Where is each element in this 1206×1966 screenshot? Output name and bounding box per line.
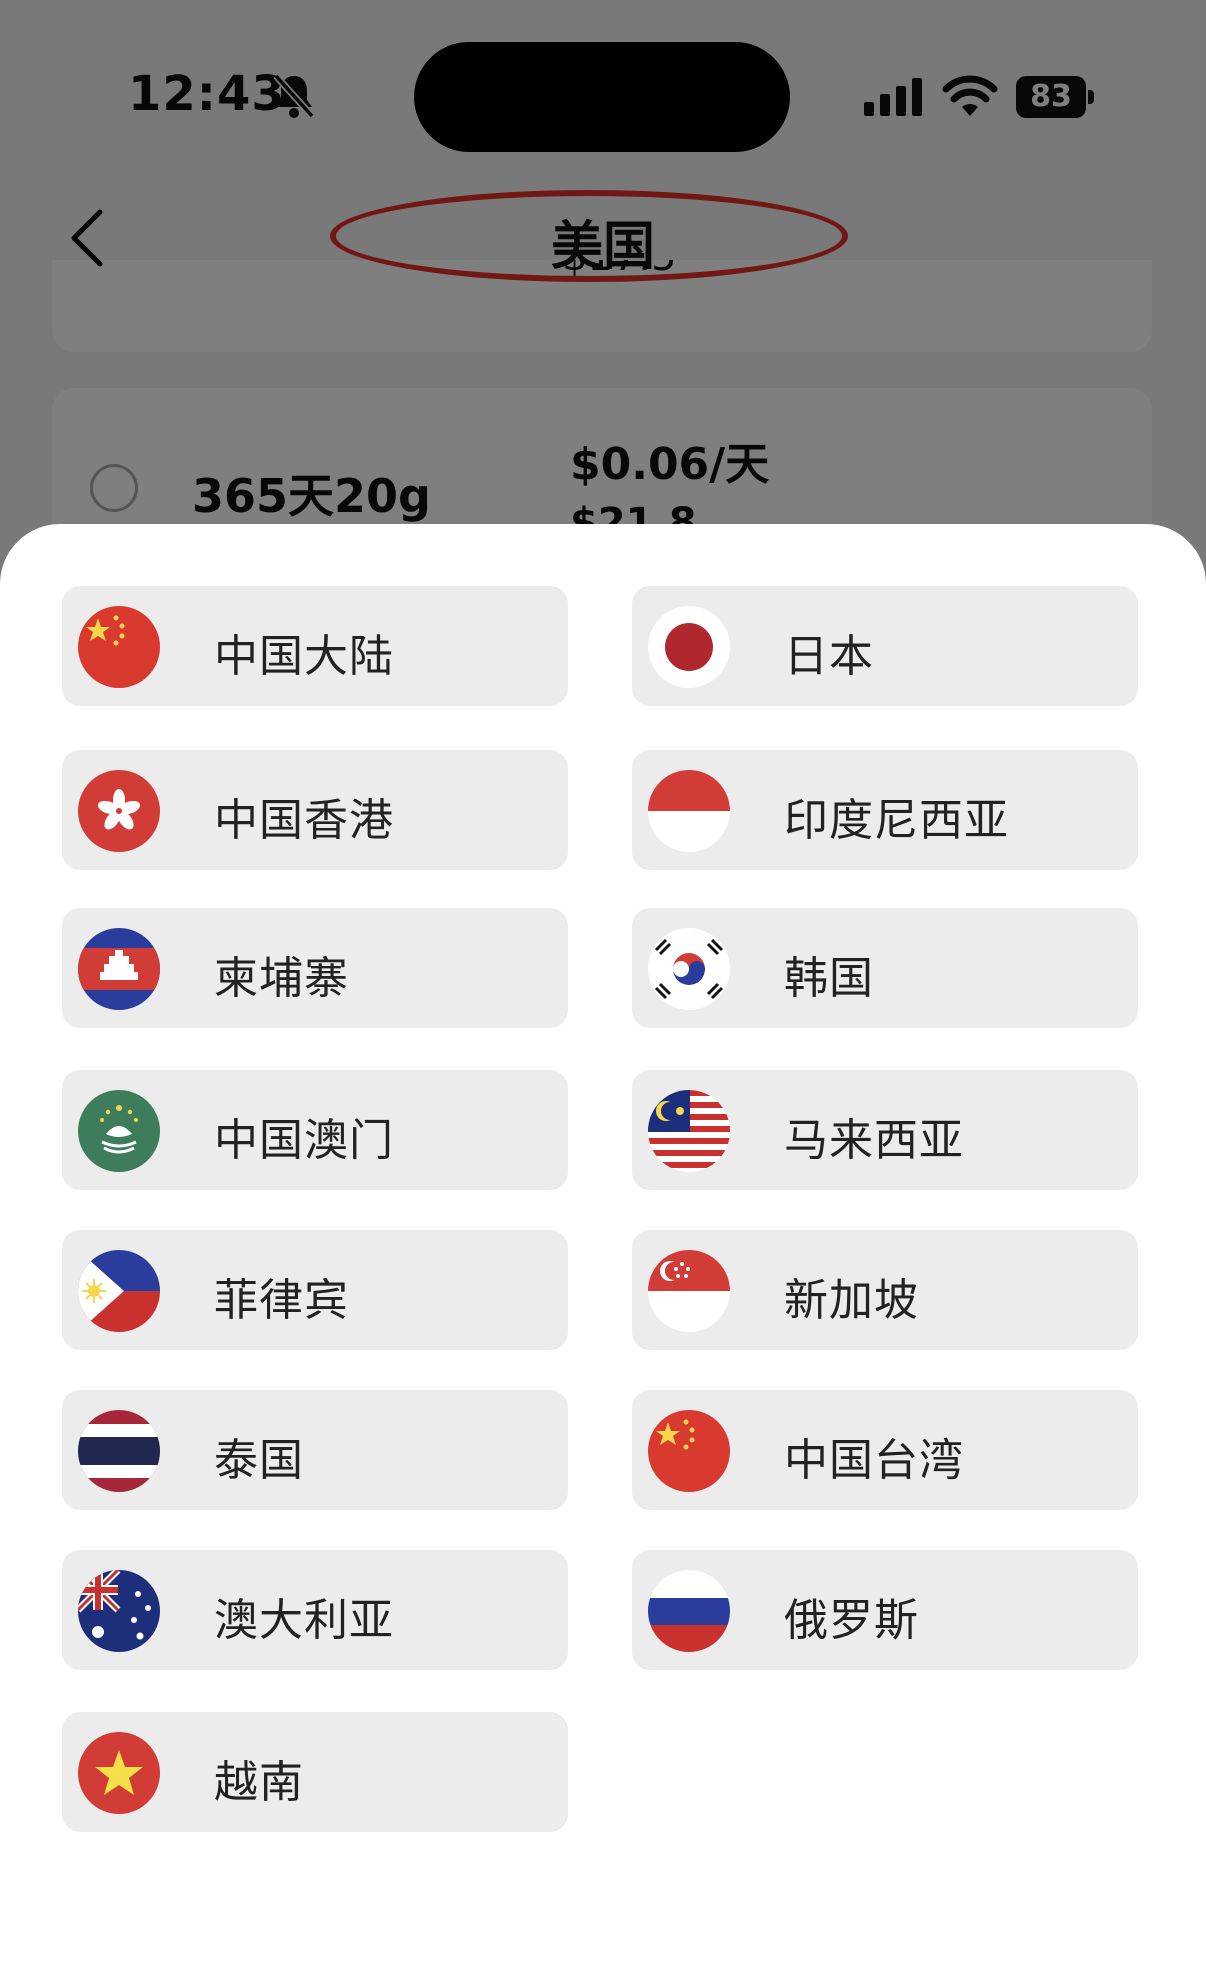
china-flag-icon bbox=[78, 606, 160, 688]
country-item-cambodia[interactable]: 柬埔寨 bbox=[62, 908, 568, 1028]
russia-flag-icon bbox=[648, 1570, 730, 1652]
country-item-indonesia[interactable]: 印度尼西亚 bbox=[632, 750, 1138, 870]
country-item-south-korea[interactable]: 韩国 bbox=[632, 908, 1138, 1028]
country-label: 中国澳门 bbox=[214, 1115, 394, 1166]
country-item-singapore[interactable]: 新加坡 bbox=[632, 1230, 1138, 1350]
country-item-thailand[interactable]: 泰国 bbox=[62, 1390, 568, 1510]
country-label: 日本 bbox=[784, 631, 874, 682]
indonesia-flag-icon bbox=[648, 770, 730, 852]
country-item-malaysia[interactable]: 马来西亚 bbox=[632, 1070, 1138, 1190]
south-korea-flag-icon bbox=[648, 928, 730, 1010]
singapore-flag-icon bbox=[648, 1250, 730, 1332]
country-item-australia[interactable]: 澳大利亚 bbox=[62, 1550, 568, 1670]
country-item-macau[interactable]: 中国澳门 bbox=[62, 1070, 568, 1190]
macau-flag-icon bbox=[78, 1090, 160, 1172]
country-label: 印度尼西亚 bbox=[784, 795, 1009, 846]
country-label: 中国台湾 bbox=[784, 1435, 964, 1486]
hong-kong-flag-icon bbox=[78, 770, 160, 852]
country-label: 韩国 bbox=[784, 953, 874, 1004]
country-label: 马来西亚 bbox=[784, 1115, 964, 1166]
country-label: 泰国 bbox=[214, 1435, 304, 1486]
country-item-china[interactable]: 中国大陆 bbox=[62, 586, 568, 706]
country-label: 新加坡 bbox=[784, 1275, 919, 1326]
country-label: 柬埔寨 bbox=[214, 953, 349, 1004]
country-label: 菲律宾 bbox=[214, 1275, 349, 1326]
country-item-hong-kong[interactable]: 中国香港 bbox=[62, 750, 568, 870]
vietnam-flag-icon bbox=[78, 1732, 160, 1814]
country-item-philippines[interactable]: 菲律宾 bbox=[62, 1230, 568, 1350]
cambodia-flag-icon bbox=[78, 928, 160, 1010]
country-label: 中国大陆 bbox=[214, 631, 394, 682]
country-item-vietnam[interactable]: 越南 bbox=[62, 1712, 568, 1832]
philippines-flag-icon bbox=[78, 1250, 160, 1332]
country-item-russia[interactable]: 俄罗斯 bbox=[632, 1550, 1138, 1670]
taiwan-flag-icon bbox=[648, 1410, 730, 1492]
country-item-japan[interactable]: 日本 bbox=[632, 586, 1138, 706]
australia-flag-icon bbox=[78, 1570, 160, 1652]
japan-flag-icon bbox=[648, 606, 730, 688]
country-label: 澳大利亚 bbox=[214, 1595, 394, 1646]
country-label: 中国香港 bbox=[214, 795, 394, 846]
country-item-taiwan[interactable]: 中国台湾 bbox=[632, 1390, 1138, 1510]
thailand-flag-icon bbox=[78, 1410, 160, 1492]
country-label: 越南 bbox=[214, 1757, 304, 1808]
country-label: 俄罗斯 bbox=[784, 1595, 919, 1646]
country-picker-sheet: 中国大陆 日本 中国香港 印度尼西亚 柬埔寨 韩国 中国澳门 马来西亚 菲律宾 … bbox=[0, 524, 1206, 1966]
malaysia-flag-icon bbox=[648, 1090, 730, 1172]
